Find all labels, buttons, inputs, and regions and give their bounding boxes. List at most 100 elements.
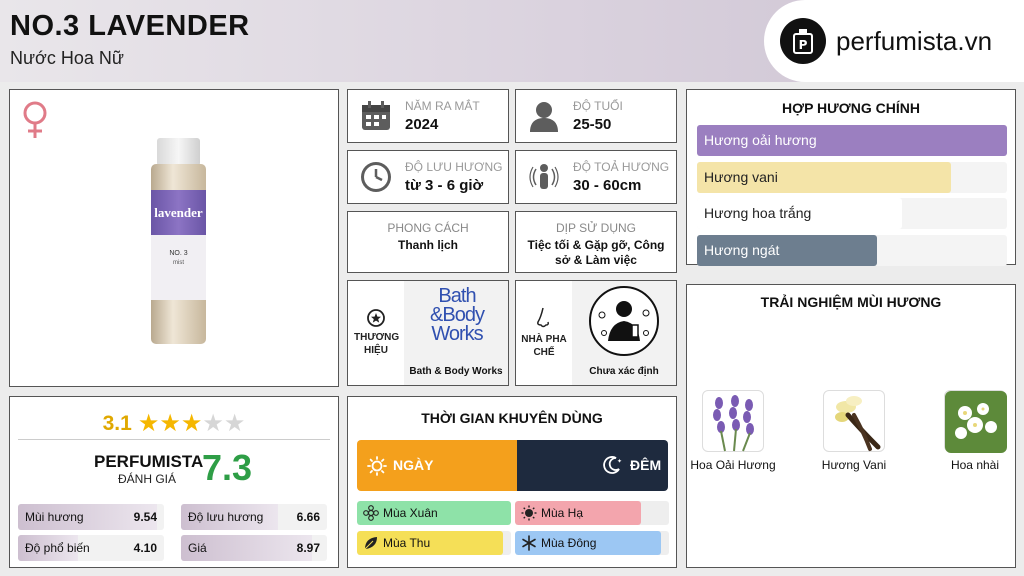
metric-label: Độ phổ biến bbox=[25, 541, 90, 555]
bottle-label-number: NO. 3 bbox=[169, 250, 188, 257]
note-name: Hương Vani bbox=[821, 458, 887, 472]
season-spring[interactable]: Mùa Xuân bbox=[357, 501, 511, 525]
accord-row: Hương ngát bbox=[697, 234, 1007, 266]
accord-label: Hương hoa trắng bbox=[704, 205, 812, 221]
style-label: PHONG CÁCH bbox=[387, 221, 469, 235]
metric-label: Giá bbox=[188, 541, 207, 555]
season-summer[interactable]: Mùa Hạ bbox=[515, 501, 669, 525]
metric-scent: Mùi hương 9.54 bbox=[18, 504, 164, 530]
perfumista-label: PERFUMISTA bbox=[94, 452, 204, 471]
perfumer-value: Chưa xác định bbox=[589, 366, 659, 377]
time-card: THỜI GIAN KHUYÊN DÙNG NGÀY ✦ ĐÊM Mùa Xuâ… bbox=[347, 396, 677, 568]
season-label: Mùa Đông bbox=[541, 536, 597, 550]
note-vanilla[interactable]: Hương Vani bbox=[809, 390, 899, 473]
release-year-label: NĂM RA MẮT bbox=[405, 99, 480, 113]
perfumista-logo-icon: P bbox=[780, 18, 826, 64]
season-label: Mùa Hạ bbox=[541, 506, 584, 520]
svg-text:✦: ✦ bbox=[617, 458, 622, 465]
clock-icon bbox=[361, 162, 391, 192]
longevity-tile: ĐỘ LƯU HƯƠNG từ 3 - 6 giờ bbox=[347, 150, 509, 204]
sillage-person-icon bbox=[529, 164, 559, 189]
vanilla-icon bbox=[823, 390, 885, 452]
age-value: 25-50 bbox=[573, 116, 612, 133]
season-label: Mùa Thu bbox=[383, 536, 431, 550]
nose-icon bbox=[537, 307, 549, 328]
accords-title: HỢP HƯƠNG CHÍNH bbox=[782, 100, 920, 116]
accord-row: Hương oải hương bbox=[697, 125, 1007, 156]
product-bottle: lavender NO. 3 mist bbox=[151, 138, 206, 344]
experience-card: TRẢI NGHIỆM MÙI HƯƠNG Hoa Oải Hương Hươn… bbox=[686, 284, 1016, 568]
day-label: NGÀY bbox=[393, 457, 434, 473]
sillage-value: 30 - 60cm bbox=[573, 177, 642, 194]
perfumista-score: 7.3 bbox=[202, 447, 253, 488]
svg-text:P: P bbox=[799, 38, 808, 52]
calendar-icon bbox=[362, 101, 390, 130]
age-label: ĐỘ TUỔI bbox=[573, 99, 623, 113]
person-icon bbox=[530, 102, 558, 132]
female-symbol-icon bbox=[23, 101, 47, 138]
age-tile: ĐỘ TUỔI 25-50 bbox=[515, 89, 677, 143]
night-block[interactable]: ✦ ĐÊM bbox=[517, 440, 668, 491]
season-winter[interactable]: Mùa Đông bbox=[515, 531, 669, 555]
jasmine-icon bbox=[944, 390, 1007, 453]
metric-longevity: Độ lưu hương 6.66 bbox=[181, 504, 327, 530]
note-jasmine[interactable]: Hoa nhài bbox=[930, 390, 1020, 473]
release-year-value: 2024 bbox=[405, 116, 439, 133]
bottle-label-name: lavender bbox=[154, 204, 203, 220]
brand-badge[interactable]: P perfumista.vn bbox=[764, 0, 1024, 82]
leaf-icon bbox=[364, 537, 377, 550]
season-label: Mùa Xuân bbox=[383, 506, 438, 520]
longevity-label: ĐỘ LƯU HƯƠNG bbox=[405, 160, 503, 174]
star-filled-icon[interactable]: ★ bbox=[138, 410, 160, 437]
day-block[interactable]: NGÀY bbox=[357, 440, 517, 491]
perfumer-label: NHÀ PHA CHẾ bbox=[521, 334, 567, 358]
sillage-label: ĐỘ TOẢ HƯƠNG bbox=[573, 160, 670, 174]
release-year-tile: NĂM RA MẮT 2024 bbox=[347, 89, 509, 143]
accord-row: Hương hoa trắng bbox=[697, 198, 1007, 229]
occasion-tile: DỊP SỬ DỤNG Tiệc tối & Gặp gỡ, Công sở &… bbox=[515, 211, 677, 273]
snowflake-icon bbox=[522, 535, 536, 551]
note-name: Hoa nhài bbox=[950, 458, 1000, 472]
season-autumn[interactable]: Mùa Thu bbox=[357, 531, 511, 555]
accords-card: HỢP HƯƠNG CHÍNH Hương oải hương Hương van… bbox=[686, 89, 1016, 266]
page-header: NO.3 LAVENDER Nước Hoa Nữ P perfumista.v… bbox=[0, 0, 1024, 82]
product-title: NO.3 LAVENDER bbox=[10, 10, 250, 42]
bottle-label-type: mist bbox=[173, 260, 184, 266]
note-lavender[interactable]: Hoa Oải Hương bbox=[688, 390, 778, 473]
star-badge-icon bbox=[367, 309, 385, 327]
metric-label: Mùi hương bbox=[25, 510, 84, 524]
longevity-value: từ 3 - 6 giờ bbox=[405, 177, 484, 194]
style-value: Thanh lịch bbox=[398, 238, 458, 252]
star-empty-icon[interactable]: ★ bbox=[202, 410, 224, 437]
star-filled-icon[interactable]: ★ bbox=[159, 410, 181, 437]
brand-value: Bath & Body Works bbox=[409, 366, 503, 377]
perfumista-sublabel: ĐÁNH GIÁ bbox=[118, 472, 177, 486]
star-empty-icon[interactable]: ★ bbox=[224, 410, 246, 437]
perfumer-tile[interactable]: NHÀ PHA CHẾ Chưa xác định bbox=[515, 280, 677, 386]
metric-value: 9.54 bbox=[133, 510, 157, 524]
time-title: THỜI GIAN KHUYÊN DÙNG bbox=[421, 410, 603, 426]
metric-value: 6.66 bbox=[296, 510, 320, 524]
accord-label: Hương vani bbox=[704, 168, 778, 185]
occasion-label: DỊP SỬ DỤNG bbox=[555, 221, 637, 235]
note-name: Hoa Oải Hương bbox=[690, 458, 776, 472]
rating-card: 3.1 ★★★★★ PERFUMISTA ĐÁNH GIÁ 7.3 Mùi hư… bbox=[9, 396, 339, 568]
brand-label: THƯƠNG HIỆU bbox=[354, 332, 400, 356]
rating-stars[interactable]: ★★★★★ bbox=[138, 409, 246, 438]
flower-icon bbox=[363, 505, 379, 521]
brand-tile[interactable]: THƯƠNG HIỆU Bath &Body Works Bath & Body… bbox=[347, 280, 509, 386]
sun-icon bbox=[521, 505, 537, 521]
metric-popularity: Độ phổ biến 4.10 bbox=[18, 535, 164, 561]
product-subtitle: Nước Hoa Nữ bbox=[10, 48, 124, 68]
divider bbox=[18, 439, 330, 440]
metric-label: Độ lưu hương bbox=[188, 510, 264, 524]
user-rating-score: 3.1 bbox=[102, 411, 132, 435]
night-label: ĐÊM bbox=[630, 457, 662, 473]
star-filled-icon[interactable]: ★ bbox=[181, 410, 203, 437]
perfumer-avatar-icon bbox=[589, 286, 659, 356]
metric-price: Giá 8.97 bbox=[181, 535, 327, 561]
style-tile: PHONG CÁCH Thanh lịch bbox=[347, 211, 509, 273]
lavender-icon bbox=[702, 390, 764, 452]
metric-value: 8.97 bbox=[296, 541, 320, 555]
sun-icon bbox=[367, 456, 387, 476]
